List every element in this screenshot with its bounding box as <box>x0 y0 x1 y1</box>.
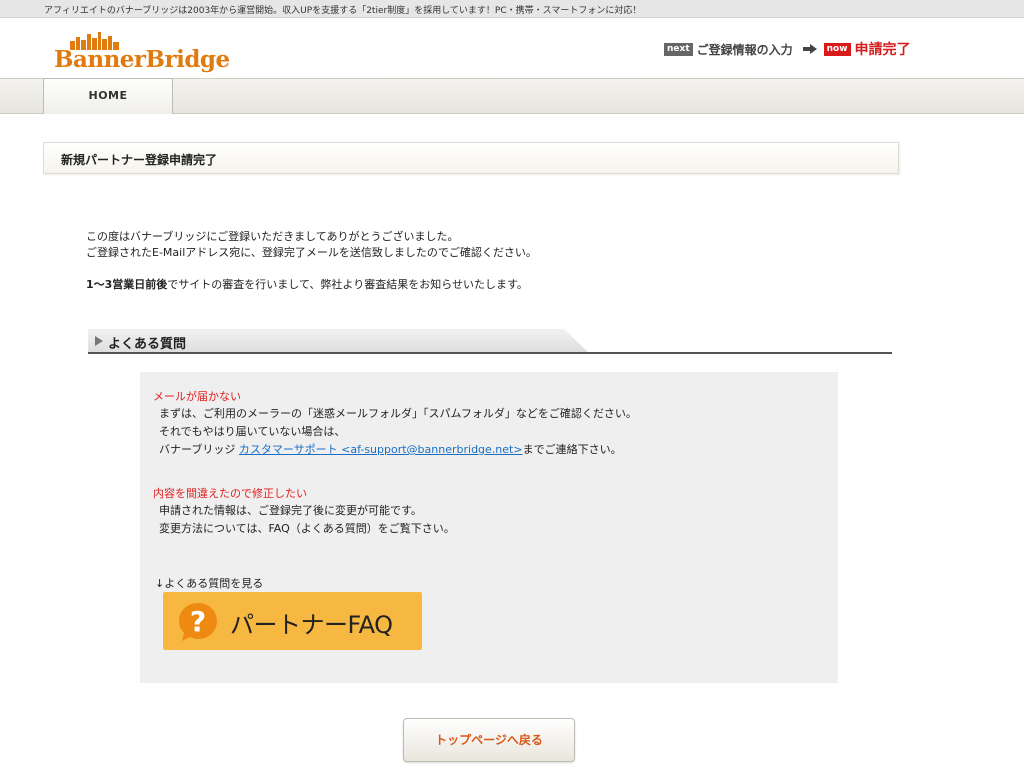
next-badge: next <box>664 42 693 56</box>
top-notice-text: アフィリエイトのバナーブリッジは2003年から運営開始。収入UPを支援する「2t… <box>44 6 642 16</box>
thanks-message: この度はバナーブリッジにご登録いただきましてありがとうございました。 <box>86 230 459 243</box>
bannerbridge-logo[interactable]: BannerBridge <box>54 32 230 73</box>
review-notice-rest: でサイトの審査を行いまして、弊社より審査結果をお知らせいたします。 <box>167 278 528 291</box>
step-complete-label: 申請完了 <box>854 42 911 58</box>
global-nav: HOME <box>0 78 1024 114</box>
faq-header-rule <box>88 352 892 354</box>
page-title-box: 新規パートナー登録申請完了 <box>43 142 899 174</box>
email-sent-message: ご登録されたE-Mailアドレス宛に、登録完了メールを送信致しましたのでご確認く… <box>86 246 537 259</box>
question-mark: ? <box>190 605 206 638</box>
faq-answer-line: それでもやはり届いていない場合は、 <box>159 425 346 438</box>
faq-answer-line: 申請された情報は、ご登録完了後に変更が可能です。 <box>159 504 422 517</box>
see-faq-label: ↓よくある質問を見る <box>155 577 264 590</box>
partner-faq-banner[interactable]: ? パートナーFAQ <box>163 592 422 650</box>
logo-text: BannerBridge <box>54 46 230 73</box>
faq-question: 内容を間違えたので修正したい <box>153 487 307 500</box>
support-prefix: バナーブリッジ <box>159 443 239 456</box>
faq-question: メールが届かない <box>153 390 241 403</box>
registration-steps: next ご登録情報の入力 now 申請完了 <box>664 41 911 58</box>
review-period: 1～3営業日前後 <box>86 278 168 291</box>
arrow-right-icon <box>802 44 817 54</box>
customer-support-link[interactable]: カスタマーサポート <af-support@bannerbridge.net> <box>239 443 523 456</box>
faq-answer-line: バナーブリッジ カスタマーサポート <af-support@bannerbrid… <box>159 441 622 457</box>
faq-panel: メールが届かない まずは、ご利用のメーラーの「迷惑メールフォルダ」「スパムフォル… <box>140 372 838 683</box>
back-to-top-button[interactable]: トップページへ戻る <box>403 718 575 762</box>
faq-answer-line: 変更方法については、FAQ（よくある質問）をご覧下さい。 <box>159 522 455 535</box>
top-notice-bar: アフィリエイトのバナーブリッジは2003年から運営開始。収入UPを支援する「2t… <box>0 0 1024 18</box>
triangle-right-icon <box>95 336 103 346</box>
support-suffix: までご連絡下さい。 <box>522 443 622 456</box>
site-header: BannerBridge next ご登録情報の入力 now 申請完了 <box>0 18 1024 78</box>
review-notice: 1～3営業日前後でサイトの審査を行いまして、弊社より審査結果をお知らせいたします… <box>86 276 528 292</box>
partner-faq-label: パートナーFAQ <box>230 611 393 639</box>
page-title: 新規パートナー登録申請完了 <box>61 153 218 167</box>
faq-heading: よくある質問 <box>108 337 187 352</box>
question-bubble-icon: ? <box>179 603 217 641</box>
faq-answer-line: まずは、ご利用のメーラーの「迷惑メールフォルダ」「スパムフォルダ」などをご確認く… <box>159 407 637 420</box>
nav-home-tab[interactable]: HOME <box>43 78 173 114</box>
faq-section-header: よくある質問 <box>88 329 892 354</box>
step-input-label: ご登録情報の入力 <box>696 42 793 57</box>
now-badge: now <box>823 42 851 56</box>
